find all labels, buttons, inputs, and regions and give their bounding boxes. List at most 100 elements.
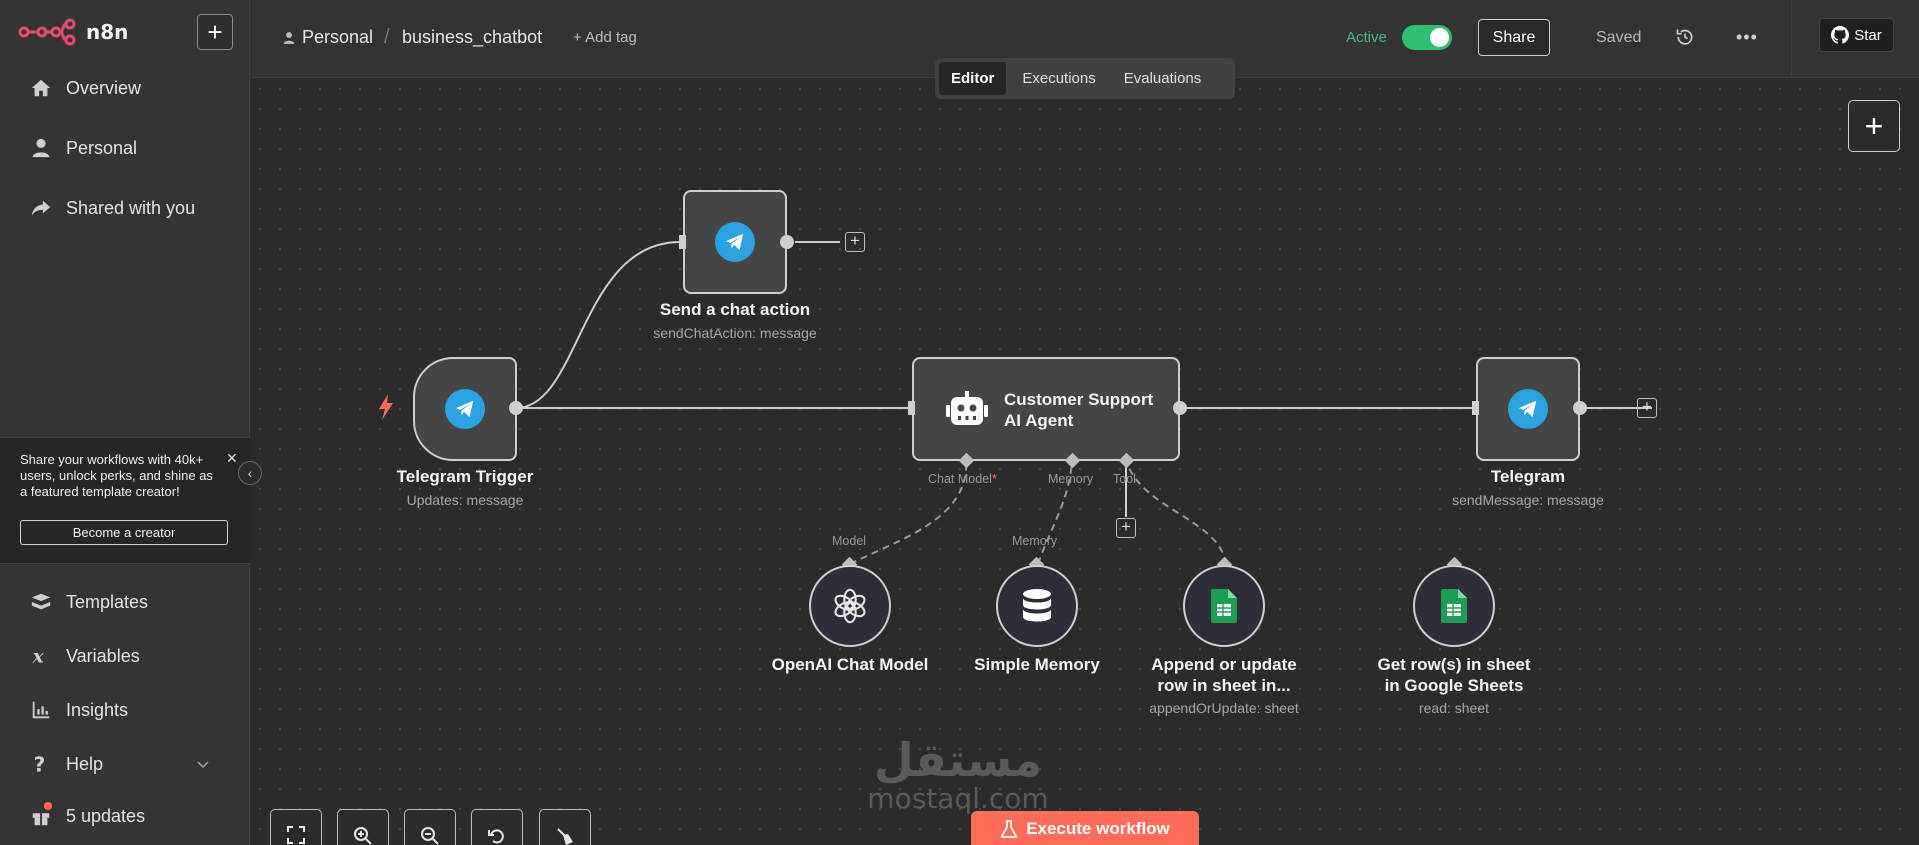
become-creator-button[interactable]: Become a creator (20, 520, 228, 545)
telegram-icon (445, 389, 485, 429)
tool-label: Tool (1113, 472, 1136, 486)
zoom-out-icon (421, 827, 439, 845)
sidebar: n8n + Overview Personal Shared with you … (0, 0, 250, 845)
input-port[interactable] (908, 401, 915, 415)
close-icon[interactable]: ✕ (226, 450, 238, 467)
view-tabs: Editor Executions Evaluations (935, 58, 1235, 99)
breadcrumb-project[interactable]: Personal (282, 27, 373, 48)
output-port[interactable] (780, 235, 794, 249)
output-port[interactable] (509, 401, 523, 415)
share-button[interactable]: Share (1478, 19, 1550, 56)
add-node-button[interactable]: + (845, 232, 865, 252)
sidebar-item-variables[interactable]: x Variables (30, 645, 140, 668)
project-name: Personal (302, 27, 374, 47)
output-port[interactable] (1573, 401, 1587, 415)
tidy-up-button[interactable] (539, 809, 591, 845)
watermark: مستقل mostaql.com (848, 735, 1068, 813)
zoom-out-button[interactable] (404, 809, 456, 845)
reset-zoom-button[interactable] (471, 809, 523, 845)
execute-workflow-button[interactable]: Execute workflow (971, 811, 1199, 845)
tab-executions[interactable]: Executions (1010, 62, 1107, 95)
node-sheets-append[interactable] (1183, 565, 1265, 647)
add-node-button[interactable]: + (1637, 398, 1657, 418)
sidebar-item-overview[interactable]: Overview (30, 77, 141, 99)
gift-icon (30, 802, 52, 827)
watermark-arabic: مستقل (873, 733, 1043, 787)
execute-label: Execute workflow (1026, 819, 1170, 838)
input-port[interactable] (679, 235, 686, 249)
sidebar-item-shared[interactable]: Shared with you (30, 197, 195, 219)
node-sheets-get[interactable] (1413, 565, 1495, 647)
node-subtitle: sendChatAction: message (653, 325, 817, 341)
sidebar-item-insights[interactable]: Insights (30, 699, 128, 721)
add-node-panel-button[interactable]: + (1848, 100, 1900, 152)
database-icon (1023, 589, 1051, 622)
node-simple-memory[interactable] (996, 565, 1078, 647)
active-toggle[interactable] (1402, 25, 1452, 50)
node-title-line2: row in sheet in... (1157, 676, 1291, 695)
add-tool-button[interactable]: + (1116, 518, 1136, 538)
workflow-canvas[interactable] (250, 79, 1919, 845)
node-telegram-trigger[interactable] (413, 357, 517, 461)
active-label: Active (1346, 29, 1387, 46)
promo-text: Share your workflows with 40k+ users, un… (20, 452, 213, 499)
output-port[interactable] (1173, 401, 1187, 415)
more-options-icon[interactable]: ••• (1736, 27, 1758, 48)
node-title: Send a chat action (659, 300, 811, 319)
openai-icon (834, 588, 866, 624)
sidebar-item-updates[interactable]: 5 updates (30, 802, 145, 827)
node-title-line1: Append or update (1151, 655, 1297, 674)
github-star-button[interactable]: Star (1819, 18, 1894, 52)
github-icon (1831, 26, 1850, 44)
sidebar-item-label: Insights (66, 699, 129, 720)
sidebar-item-label: Templates (66, 591, 149, 612)
add-tag-button[interactable]: + Add tag (573, 29, 637, 46)
input-port[interactable] (1472, 401, 1479, 415)
node-title: Simple Memory (974, 655, 1100, 674)
history-icon[interactable] (1675, 27, 1695, 47)
node-openai-chat-model[interactable] (809, 565, 891, 647)
zoom-in-button[interactable] (337, 809, 389, 845)
google-sheets-icon (1441, 589, 1467, 623)
sidebar-item-label: Variables (66, 645, 140, 666)
node-title-line2: in Google Sheets (1384, 676, 1524, 695)
node-title: Append or update row in sheet in... (1124, 654, 1324, 696)
update-dot (44, 802, 52, 810)
sidebar-item-templates[interactable]: Templates (30, 591, 148, 613)
node-title: OpenAI Chat Model (771, 655, 929, 674)
robot-icon (946, 391, 988, 425)
model-port-label: Model (832, 534, 867, 548)
telegram-icon (715, 222, 755, 262)
undo-icon (488, 829, 504, 844)
help-icon: ? (34, 753, 46, 775)
node-title-line1: Get row(s) in sheet (1377, 655, 1531, 674)
sidebar-item-label: Personal (66, 137, 138, 158)
sidebar-item-personal[interactable]: Personal (30, 137, 137, 159)
node-ai-agent[interactable]: Customer Support AI Agent (912, 357, 1180, 461)
n8n-logo-icon (18, 18, 76, 46)
chevron-down-icon (197, 761, 209, 769)
node-telegram[interactable] (1476, 357, 1580, 461)
connection-lines (515, 241, 1652, 565)
header-divider (1791, 0, 1792, 78)
create-button[interactable]: + (197, 14, 233, 50)
node-subtitle: read: sheet (1418, 700, 1490, 716)
node-send-chat-action[interactable] (683, 190, 787, 294)
app-name: n8n (86, 20, 129, 44)
user-icon (32, 138, 50, 158)
node-title: Get row(s) in sheet in Google Sheets (1354, 654, 1554, 696)
home-icon (31, 79, 51, 97)
fit-view-button[interactable] (270, 809, 322, 845)
n8n-logo[interactable]: n8n (18, 18, 128, 46)
workflow-name[interactable]: business_chatbot (402, 27, 542, 48)
sidebar-item-label: Overview (66, 77, 142, 98)
tab-editor[interactable]: Editor (939, 62, 1007, 95)
sidebar-item-help[interactable]: ? Help (30, 753, 210, 775)
share-icon (31, 200, 51, 216)
insights-icon (32, 701, 50, 719)
flask-icon (1001, 820, 1018, 838)
collapse-sidebar-button[interactable]: ‹ (238, 461, 262, 485)
memory-port-label: Memory (1012, 534, 1058, 548)
node-subtitle: sendMessage: message (1452, 492, 1604, 508)
tab-evaluations[interactable]: Evaluations (1112, 62, 1214, 95)
